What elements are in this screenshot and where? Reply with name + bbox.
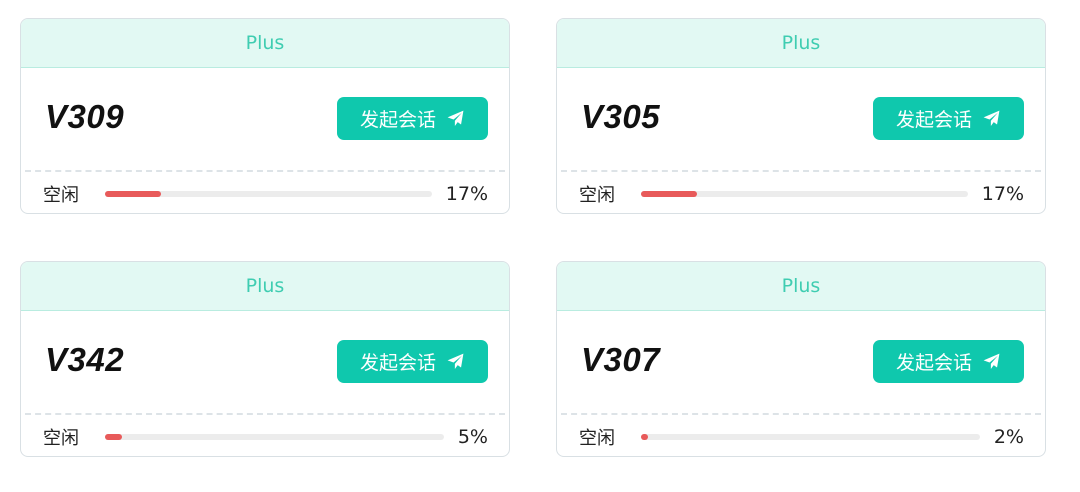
card-status-row: 空闲 17% — [557, 172, 1045, 213]
status-label: 空闲 — [43, 185, 79, 206]
usage-progress-fill — [105, 191, 161, 197]
usage-progress-track — [641, 434, 980, 440]
usage-progress-track — [105, 434, 444, 440]
usage-progress-track — [641, 191, 968, 197]
card-name: V305 — [581, 98, 661, 135]
session-card: Plus V309 发起会话 空闲 17% — [20, 18, 510, 214]
start-session-button[interactable]: 发起会话 — [873, 340, 1024, 383]
paper-plane-icon — [447, 110, 464, 127]
card-tier-header: Plus — [557, 19, 1045, 68]
card-main: V342 发起会话 — [25, 311, 505, 415]
session-card: Plus V307 发起会话 空闲 2% — [556, 261, 1046, 457]
card-name: V307 — [581, 341, 661, 378]
start-session-button-label: 发起会话 — [359, 110, 436, 131]
start-session-button-label: 发起会话 — [895, 353, 972, 374]
usage-progress-fill — [105, 434, 122, 440]
card-tier-label: Plus — [781, 32, 821, 54]
session-card-grid: Plus V309 发起会话 空闲 17% Plus V305 发起会话 空闲 … — [0, 0, 1080, 492]
usage-percent: 2% — [993, 426, 1024, 448]
status-label: 空闲 — [43, 428, 79, 449]
usage-progress-fill — [641, 191, 697, 197]
card-tier-label: Plus — [781, 275, 821, 297]
card-status-row: 空闲 5% — [21, 415, 509, 456]
usage-progress-fill — [641, 434, 648, 440]
card-tier-label: Plus — [245, 275, 285, 297]
card-status-row: 空闲 2% — [557, 415, 1045, 456]
status-label: 空闲 — [579, 428, 615, 449]
paper-plane-icon — [983, 110, 1000, 127]
start-session-button-label: 发起会话 — [359, 353, 436, 374]
start-session-button-label: 发起会话 — [895, 110, 972, 131]
card-name: V342 — [45, 341, 125, 378]
start-session-button[interactable]: 发起会话 — [337, 97, 488, 140]
start-session-button[interactable]: 发起会话 — [337, 340, 488, 383]
start-session-button[interactable]: 发起会话 — [873, 97, 1024, 140]
usage-percent: 5% — [457, 426, 488, 448]
card-main: V305 发起会话 — [561, 68, 1041, 172]
card-name: V309 — [45, 98, 125, 135]
card-tier-header: Plus — [21, 262, 509, 311]
usage-percent: 17% — [981, 183, 1024, 205]
card-tier-header: Plus — [557, 262, 1045, 311]
card-tier-label: Plus — [245, 32, 285, 54]
card-main: V307 发起会话 — [561, 311, 1041, 415]
session-card: Plus V305 发起会话 空闲 17% — [556, 18, 1046, 214]
paper-plane-icon — [983, 353, 1000, 370]
status-label: 空闲 — [579, 185, 615, 206]
usage-progress-track — [105, 191, 432, 197]
session-card: Plus V342 发起会话 空闲 5% — [20, 261, 510, 457]
card-status-row: 空闲 17% — [21, 172, 509, 213]
usage-percent: 17% — [445, 183, 488, 205]
card-main: V309 发起会话 — [25, 68, 505, 172]
paper-plane-icon — [447, 353, 464, 370]
card-tier-header: Plus — [21, 19, 509, 68]
